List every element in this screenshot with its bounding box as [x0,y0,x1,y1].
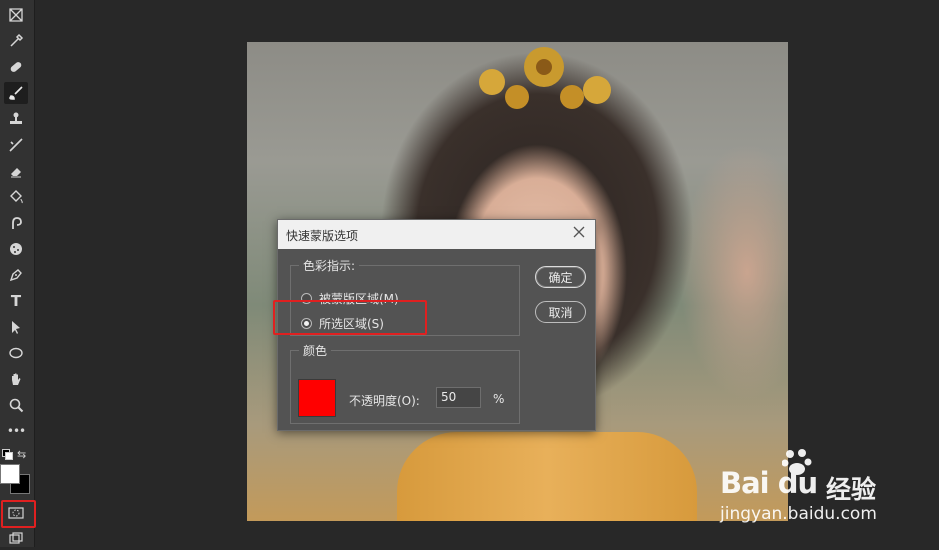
mask-color-swatch[interactable] [298,379,336,417]
ok-button[interactable]: 确定 [535,266,586,288]
baidu-jingyan-watermark: Bai du 经验 jingyan.baidu.com [718,448,888,533]
color-group: 颜色 不透明度(O): 50 % [290,342,520,424]
history-brush-icon[interactable] [4,134,28,156]
opacity-input[interactable]: 50 [436,387,481,408]
cancel-button[interactable]: 取消 [535,301,586,323]
path-select-icon[interactable] [4,316,28,338]
type-icon[interactable]: T [4,290,28,312]
paint-bucket-icon[interactable] [4,186,28,208]
robe-shape [397,432,697,521]
clone-stamp-icon[interactable] [4,108,28,130]
hand-icon[interactable] [4,368,28,390]
swap-colors-icon[interactable]: ⇆ [17,448,26,461]
more-glyph: ••• [6,424,26,438]
tools-panel: T ••• ⇆ [0,0,35,547]
brush-icon[interactable] [4,82,28,104]
crown-ornament [479,47,611,109]
selected-areas-highlight-box [273,300,427,335]
default-colors-icon[interactable] [2,449,13,460]
color-legend: 颜色 [303,344,328,358]
eraser-icon[interactable] [4,160,28,182]
ellipse-icon[interactable] [4,342,28,364]
type-tool-glyph: T [10,292,22,310]
watermark-cn: 经验 [826,475,877,504]
more-icon[interactable]: ••• [4,420,28,442]
watermark-url: jingyan.baidu.com [720,504,877,524]
pen-icon[interactable] [4,264,28,286]
opacity-label: 不透明度(O): [349,394,420,408]
sponge-icon[interactable] [4,238,28,260]
healing-brush-icon[interactable] [4,56,28,78]
smudge-icon[interactable] [4,212,28,234]
eyedropper-icon[interactable] [4,30,28,52]
close-icon[interactable] [571,224,587,240]
opacity-unit: % [493,392,505,406]
watermark-logo: Bai du [720,466,818,500]
foreground-color-swatch[interactable] [0,464,20,484]
quick-mask-highlight-box [1,500,36,528]
color-indicates-legend: 色彩指示: [303,259,356,273]
dialog-titlebar[interactable]: 快速蒙版选项 [278,220,595,249]
zoom-icon[interactable] [4,394,28,416]
crop-icon[interactable] [4,4,28,26]
dialog-title: 快速蒙版选项 [286,229,359,243]
